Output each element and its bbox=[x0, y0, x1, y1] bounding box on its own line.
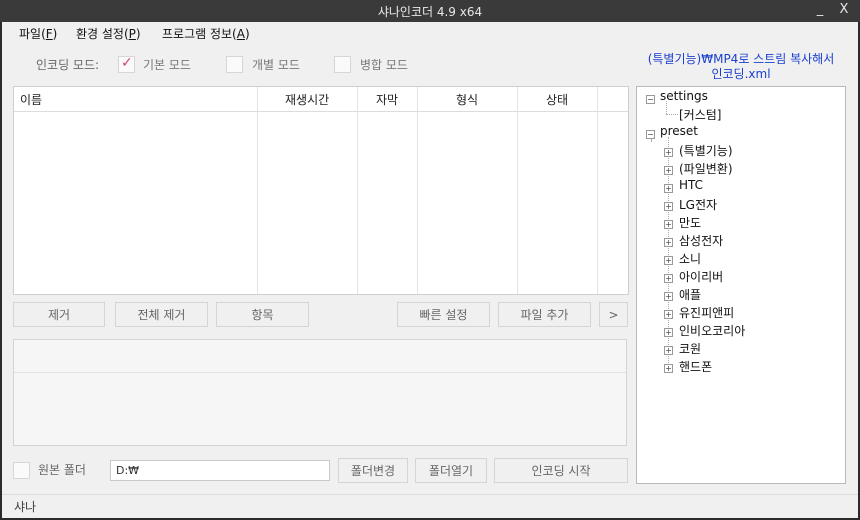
menu-about[interactable]: 프로그램 정보(A) bbox=[162, 25, 250, 42]
header-name[interactable]: 이름 bbox=[20, 91, 42, 108]
more-button[interactable]: > bbox=[599, 302, 628, 327]
tree-connector bbox=[651, 139, 652, 141]
individual-mode-checkbox[interactable] bbox=[226, 56, 243, 73]
plus-box-icon[interactable]: + bbox=[664, 364, 673, 373]
tree-node-samsung[interactable]: 삼성전자 bbox=[679, 232, 723, 249]
tree-node-preset[interactable]: preset bbox=[660, 124, 698, 138]
plus-box-icon[interactable]: + bbox=[664, 292, 673, 301]
header-duration[interactable]: 재생시간 bbox=[285, 91, 329, 108]
tree-node-settings[interactable]: settings bbox=[660, 89, 708, 103]
selected-preset-link[interactable]: (특별기능)₩MP4로 스트림 복사해서 인코딩.xml bbox=[636, 52, 846, 82]
column-format bbox=[418, 87, 518, 294]
encoding-mode-label: 인코딩 모드: bbox=[36, 58, 100, 72]
tree-node-invio[interactable]: 인비오코리아 bbox=[679, 322, 745, 339]
plus-box-icon[interactable]: + bbox=[664, 202, 673, 211]
plus-box-icon[interactable]: + bbox=[664, 346, 673, 355]
window-title: 샤나인코더 4.9 x64 bbox=[377, 5, 483, 19]
plus-box-icon[interactable]: + bbox=[664, 220, 673, 229]
tree-node-sony[interactable]: 소니 bbox=[679, 250, 701, 267]
change-folder-button[interactable]: 폴더변경 bbox=[338, 458, 408, 483]
tree-node-convert[interactable]: (파일변환) bbox=[679, 160, 733, 177]
plus-box-icon[interactable]: + bbox=[664, 328, 673, 337]
tree-connector bbox=[666, 101, 667, 114]
plus-box-icon[interactable]: + bbox=[664, 166, 673, 175]
source-folder-label: 원본 폴더 bbox=[38, 463, 86, 477]
minus-box-icon[interactable]: − bbox=[646, 130, 655, 139]
plus-box-icon[interactable]: + bbox=[664, 310, 673, 319]
status-text: 샤나 bbox=[14, 500, 37, 514]
file-list[interactable]: 이름 재생시간 자막 형식 상태 bbox=[13, 86, 629, 295]
tree-node-yujin[interactable]: 유진피앤피 bbox=[679, 304, 734, 321]
preset-tree[interactable]: − settings [커스텀] − preset + (특별기능) + (파일… bbox=[636, 86, 846, 484]
quick-settings-button[interactable]: 빠른 설정 bbox=[397, 302, 490, 327]
plus-box-icon[interactable]: + bbox=[664, 274, 673, 283]
tree-node-mando[interactable]: 만도 bbox=[679, 214, 701, 231]
menu-file[interactable]: 파일(F) bbox=[19, 25, 57, 42]
column-name bbox=[14, 87, 258, 294]
tree-connector bbox=[666, 114, 678, 115]
header-format[interactable]: 형식 bbox=[456, 91, 478, 108]
header-status[interactable]: 상태 bbox=[546, 91, 568, 108]
items-button[interactable]: 항목 bbox=[216, 302, 309, 327]
title-bar: 샤나인코더 4.9 x64 _ X bbox=[0, 0, 860, 22]
tree-node-iriver[interactable]: 아이리버 bbox=[679, 268, 723, 285]
column-subtitle bbox=[358, 87, 418, 294]
plus-box-icon[interactable]: + bbox=[664, 184, 673, 193]
preset-name-line1: (특별기능)₩MP4로 스트림 복사해서 bbox=[647, 52, 835, 66]
merge-mode-label: 병합 모드 bbox=[360, 58, 408, 72]
basic-mode-label: 기본 모드 bbox=[143, 58, 191, 72]
column-status bbox=[518, 87, 598, 294]
plus-box-icon[interactable]: + bbox=[664, 238, 673, 247]
close-button[interactable]: X bbox=[834, 2, 854, 20]
preset-name-line2: 인코딩.xml bbox=[711, 67, 771, 81]
open-folder-button[interactable]: 폴더열기 bbox=[415, 458, 487, 483]
basic-mode-checkbox[interactable]: ✓ bbox=[118, 55, 135, 73]
tree-node-cowon[interactable]: 코원 bbox=[679, 340, 701, 357]
tree-node-lg[interactable]: LG전자 bbox=[679, 196, 717, 213]
source-folder-checkbox[interactable] bbox=[13, 462, 30, 479]
tree-node-htc[interactable]: HTC bbox=[679, 178, 703, 192]
remove-all-button[interactable]: 전체 제거 bbox=[115, 302, 208, 327]
individual-mode-label: 개별 모드 bbox=[252, 58, 300, 72]
plus-box-icon[interactable]: + bbox=[664, 256, 673, 265]
output-path-field[interactable]: D:₩ bbox=[110, 460, 330, 481]
header-subtitle[interactable]: 자막 bbox=[376, 91, 398, 108]
column-duration bbox=[258, 87, 358, 294]
log-divider bbox=[14, 372, 626, 373]
menu-settings[interactable]: 환경 설정(P) bbox=[76, 25, 141, 42]
plus-box-icon[interactable]: + bbox=[664, 148, 673, 157]
log-panel bbox=[13, 339, 627, 446]
tree-node-custom[interactable]: [커스텀] bbox=[679, 106, 721, 123]
minus-box-icon[interactable]: − bbox=[646, 95, 655, 104]
main-window: 파일(F) 환경 설정(P) 프로그램 정보(A) 인코딩 모드: ✓ 기본 모… bbox=[2, 22, 858, 518]
tree-node-apple[interactable]: 애플 bbox=[679, 286, 701, 303]
menu-bar: 파일(F) 환경 설정(P) 프로그램 정보(A) bbox=[2, 22, 858, 44]
merge-mode-checkbox[interactable] bbox=[334, 56, 351, 73]
tree-node-phone[interactable]: 핸드폰 bbox=[679, 358, 712, 375]
tree-node-special[interactable]: (특별기능) bbox=[679, 142, 733, 159]
remove-button[interactable]: 제거 bbox=[13, 302, 105, 327]
start-encoding-button[interactable]: 인코딩 시작 bbox=[494, 458, 628, 483]
add-file-button[interactable]: 파일 추가 bbox=[498, 302, 591, 327]
status-bar: 샤나 bbox=[2, 494, 858, 517]
checkmark-icon: ✓ bbox=[121, 55, 133, 71]
minimize-button[interactable]: _ bbox=[810, 2, 830, 20]
